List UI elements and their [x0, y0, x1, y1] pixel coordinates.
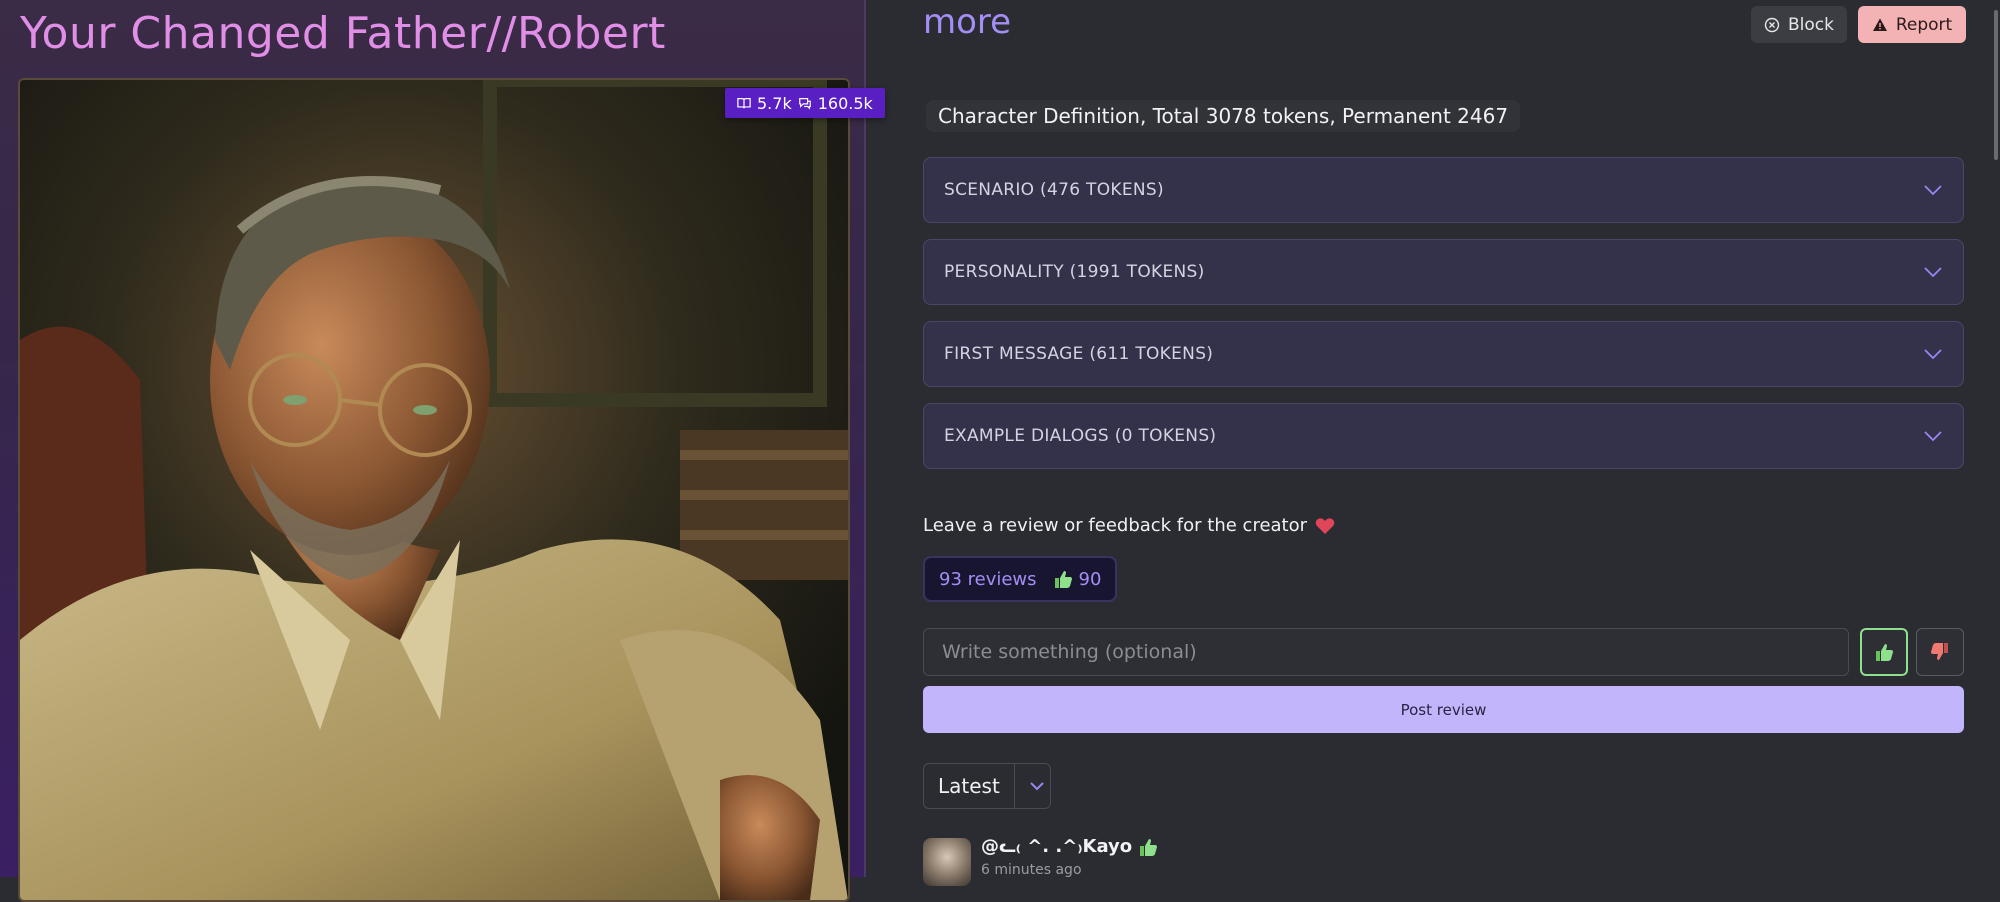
- accordion-label: PERSONALITY (1991 TOKENS): [944, 262, 1205, 282]
- chevron-down-icon: [1924, 185, 1942, 196]
- review-user[interactable]: @ᓚ₍ ^. .^₎Kayo: [981, 836, 1158, 857]
- scrollbar-thumb[interactable]: [1994, 10, 1998, 160]
- close-circle-icon: [1764, 17, 1780, 32]
- chevron-down-icon: [1924, 349, 1942, 360]
- accordion-label: EXAMPLE DIALOGS (0 TOKENS): [944, 426, 1217, 446]
- heart-icon: [1315, 517, 1335, 534]
- character-stats-badge: 5.7k 160.5k: [725, 88, 885, 118]
- more-link[interactable]: more: [923, 2, 1011, 42]
- review-item: @ᓚ₍ ^. .^₎Kayo 6 minutes ago: [923, 836, 1523, 886]
- block-label: Block: [1788, 14, 1834, 35]
- review-input[interactable]: [923, 628, 1849, 676]
- chevron-down-icon: [1924, 431, 1942, 442]
- chevron-down-icon: [1924, 267, 1942, 278]
- accordion-first-message[interactable]: FIRST MESSAGE (611 TOKENS): [923, 321, 1964, 387]
- character-panel: Your Changed Father//Robert 5.7k 160.5k: [0, 0, 885, 902]
- thumbs-up-button[interactable]: [1860, 628, 1908, 676]
- book-icon: [737, 98, 751, 109]
- block-button[interactable]: Block: [1751, 6, 1847, 43]
- review-time: 6 minutes ago: [981, 862, 1082, 878]
- sort-value: Latest: [938, 774, 1000, 798]
- thumbs-up-icon: [1054, 571, 1072, 588]
- chat-icon: [798, 98, 811, 110]
- character-title: Your Changed Father//Robert: [20, 8, 666, 59]
- thumbs-down-button[interactable]: [1916, 628, 1964, 676]
- report-button[interactable]: Report: [1858, 6, 1966, 43]
- reads-count: 5.7k: [757, 93, 792, 113]
- reviews-count: 93 reviews: [939, 568, 1037, 590]
- review-prompt-text: Leave a review or feedback for the creat…: [923, 515, 1308, 536]
- sort-select[interactable]: Latest: [923, 763, 1051, 809]
- accordion-label: SCENARIO (476 TOKENS): [944, 180, 1164, 200]
- reviews-summary[interactable]: 93 reviews 90: [923, 556, 1118, 602]
- character-portrait: [18, 78, 850, 902]
- warning-icon: [1872, 18, 1887, 31]
- report-label: Report: [1895, 14, 1953, 35]
- messages-count: 160.5k: [817, 93, 873, 113]
- likes-group: 90: [1053, 568, 1102, 590]
- accordion-personality[interactable]: PERSONALITY (1991 TOKENS): [923, 239, 1964, 305]
- accordion-example-dialogs[interactable]: EXAMPLE DIALOGS (0 TOKENS): [923, 403, 1964, 469]
- likes-count: 90: [1078, 568, 1102, 590]
- avatar[interactable]: [923, 838, 971, 886]
- thumbs-up-icon: [1140, 838, 1158, 856]
- chevron-down-icon: [1030, 782, 1044, 791]
- accordion-scenario[interactable]: SCENARIO (476 TOKENS): [923, 157, 1964, 223]
- review-username: @ᓚ₍ ^. .^₎Kayo: [981, 836, 1133, 857]
- thumbs-up-icon: [1876, 644, 1893, 661]
- sort-divider: [1013, 764, 1015, 808]
- review-prompt: Leave a review or feedback for the creat…: [923, 515, 1335, 536]
- accordion-label: FIRST MESSAGE (611 TOKENS): [944, 344, 1214, 364]
- definition-summary: Character Definition, Total 3078 tokens,…: [926, 100, 1521, 132]
- post-review-button[interactable]: Post review: [923, 686, 1964, 733]
- thumbs-down-icon: [1931, 643, 1948, 660]
